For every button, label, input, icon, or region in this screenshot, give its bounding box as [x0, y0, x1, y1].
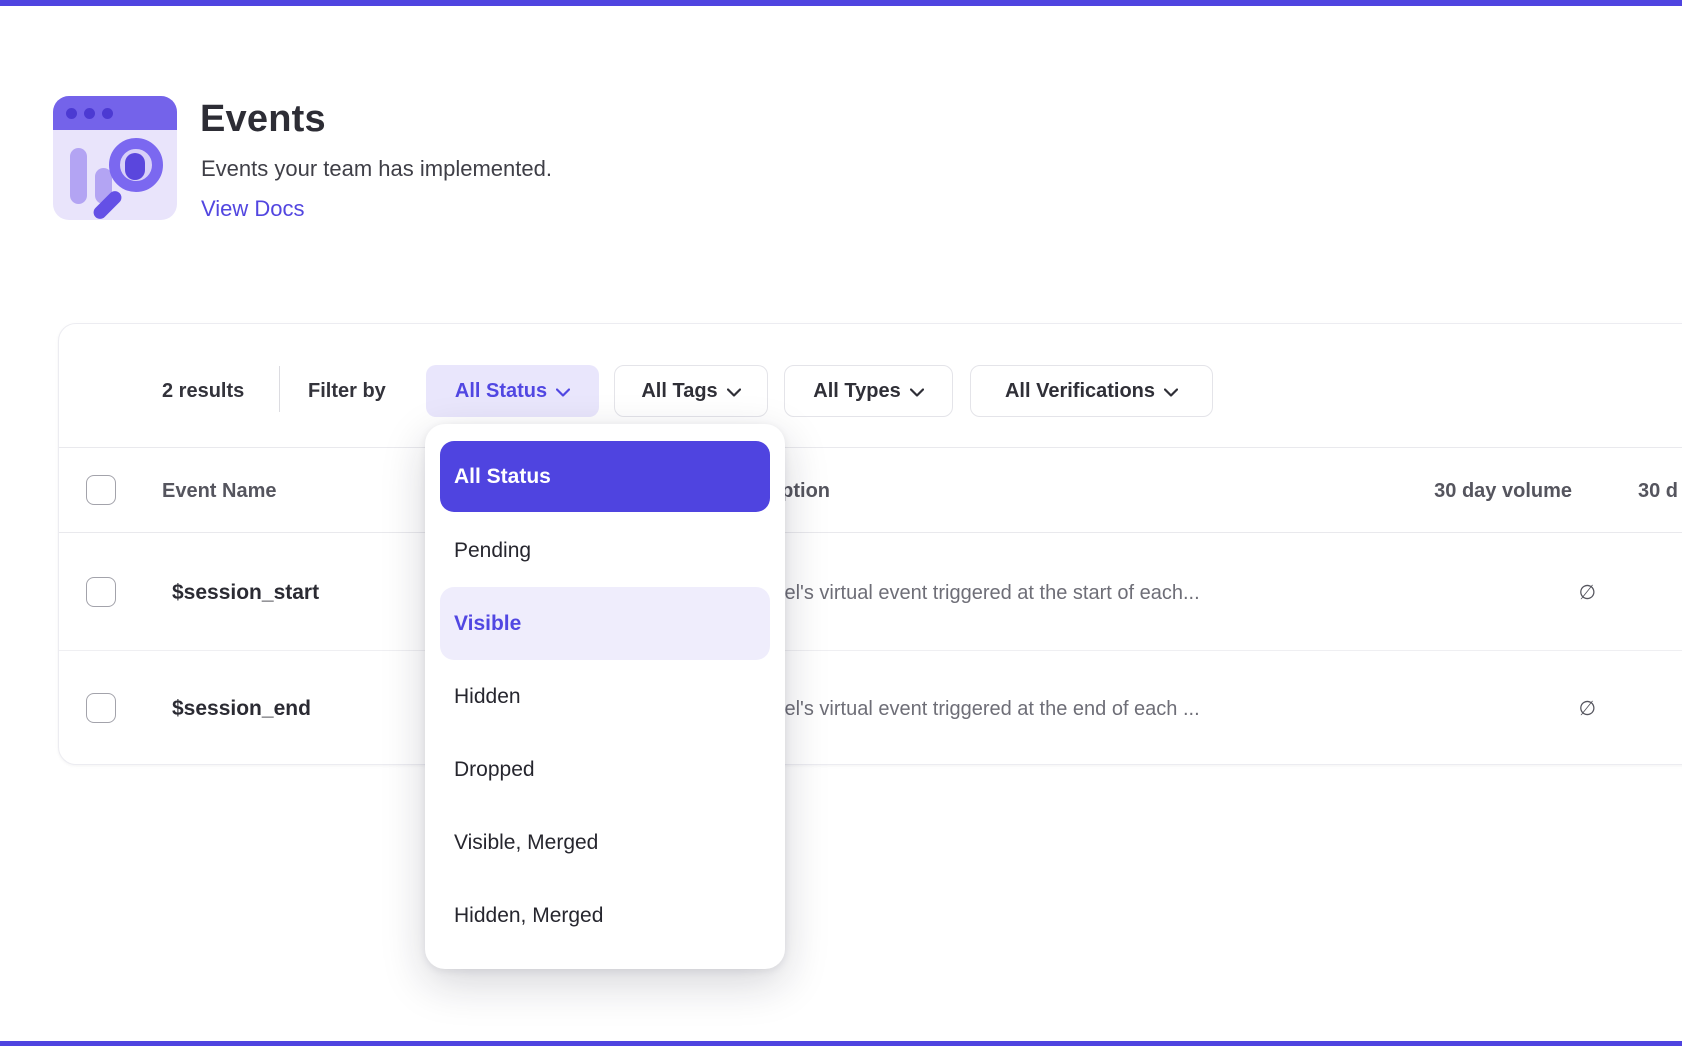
dropdown-option-hidden-merged[interactable]: Hidden, Merged — [440, 879, 770, 952]
divider — [279, 366, 280, 412]
window-dot — [102, 108, 113, 119]
event-name[interactable]: $session_end — [172, 697, 311, 721]
event-name[interactable]: $session_start — [172, 581, 319, 605]
page-title: Events — [200, 98, 326, 141]
chevron-down-icon — [910, 388, 924, 397]
chevron-down-icon — [556, 388, 570, 397]
dropdown-option-visible[interactable]: Visible — [440, 587, 770, 660]
divider — [59, 447, 1682, 448]
select-all-checkbox[interactable] — [86, 475, 116, 505]
window-dot — [66, 108, 77, 119]
event-description: Mixpanel's virtual event triggered at th… — [720, 582, 1200, 605]
filter-label: All Tags — [641, 380, 717, 403]
filter-label: All Types — [813, 380, 900, 403]
magnifier-glyph — [125, 153, 145, 180]
window-dot — [84, 108, 95, 119]
filter-all-status[interactable]: All Status — [426, 365, 599, 417]
row-checkbox[interactable] — [86, 577, 116, 607]
column-header-event-name: Event Name — [162, 480, 277, 503]
dropdown-option-pending[interactable]: Pending — [440, 514, 770, 587]
dropdown-option-dropped[interactable]: Dropped — [440, 733, 770, 806]
filter-all-types[interactable]: All Types — [784, 365, 953, 417]
chevron-down-icon — [727, 388, 741, 397]
event-30-day-volume: ∅ — [1380, 696, 1596, 721]
column-header-30-day-volume: 30 day volume — [1380, 480, 1572, 503]
results-count: 2 results — [162, 380, 244, 403]
filter-by-label: Filter by — [308, 380, 386, 403]
filter-all-tags[interactable]: All Tags — [614, 365, 768, 417]
events-browser-chart-icon — [53, 96, 177, 220]
filter-label: All Status — [455, 380, 547, 403]
page-subtitle: Events your team has implemented. — [201, 156, 552, 182]
filter-all-verifications[interactable]: All Verifications — [970, 365, 1213, 417]
view-docs-link[interactable]: View Docs — [201, 196, 305, 222]
event-description: Mixpanel's virtual event triggered at th… — [720, 698, 1200, 721]
dropdown-option-visible-merged[interactable]: Visible, Merged — [440, 806, 770, 879]
browser-titlebar — [53, 96, 177, 130]
filter-label: All Verifications — [1005, 380, 1155, 403]
row-checkbox[interactable] — [86, 693, 116, 723]
divider — [59, 532, 1682, 533]
top-accent-bar — [0, 0, 1682, 6]
bottom-accent-bar — [0, 1041, 1682, 1046]
dropdown-option-hidden[interactable]: Hidden — [440, 660, 770, 733]
chevron-down-icon — [1164, 388, 1178, 397]
event-30-day-volume: ∅ — [1380, 580, 1596, 605]
events-page: Events Events your team has implemented.… — [0, 0, 1682, 1046]
chart-bar — [70, 148, 87, 204]
divider — [59, 650, 1682, 651]
status-dropdown-menu: All Status Pending Visible Hidden Droppe… — [425, 424, 785, 969]
column-header-truncated: 30 d — [1638, 480, 1678, 503]
dropdown-option-all-status[interactable]: All Status — [440, 441, 770, 512]
